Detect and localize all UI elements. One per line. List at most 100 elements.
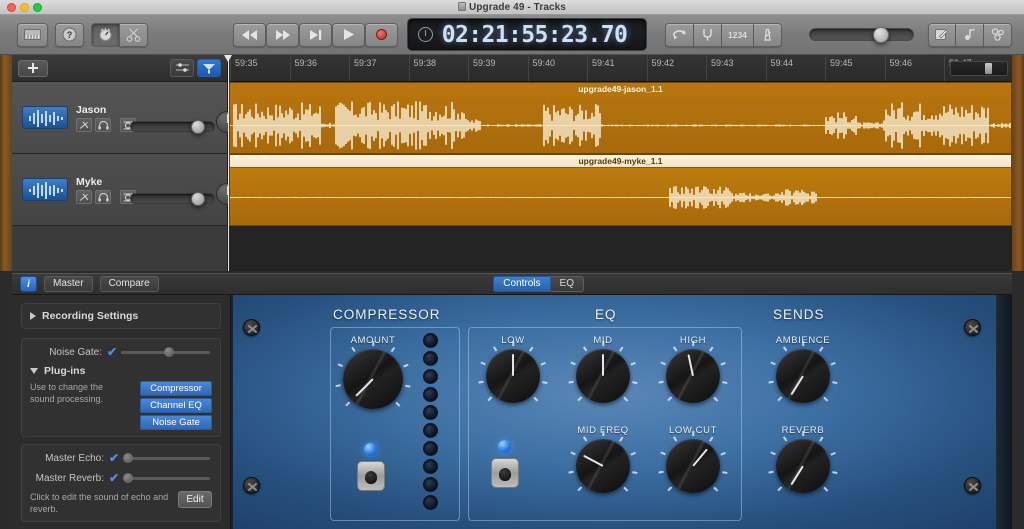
help-button[interactable]: ?	[55, 23, 84, 47]
ruler-tick: 59:46	[885, 55, 913, 82]
playhead[interactable]	[228, 55, 229, 271]
plugin-item-channel-eq[interactable]: Channel EQ	[140, 398, 212, 413]
count-in-button[interactable]: 1234	[722, 23, 754, 47]
screw-icon	[964, 477, 981, 494]
eq-mid-freq-knob[interactable]	[576, 439, 630, 493]
compressor-title: COMPRESSOR	[333, 307, 441, 322]
rewind-button[interactable]	[233, 23, 266, 47]
editor-tabs: Controls EQ	[493, 276, 584, 292]
eq-low-knob[interactable]	[486, 349, 540, 403]
master-volume-slider[interactable]	[809, 28, 914, 41]
audio-region-myke[interactable]: upgrade49-myke_1.1	[229, 154, 1012, 226]
compressor-toggle-switch[interactable]	[357, 461, 385, 491]
settings-panel: Recording Settings Noise Gate: ✔ Plug-in…	[12, 295, 231, 529]
track-header-jason[interactable]: Jason	[12, 82, 228, 154]
ruler-tick: 59:36	[290, 55, 318, 82]
tuning-fork-icon	[701, 28, 714, 41]
compressor-amount-control[interactable]: AMOUNT	[337, 335, 409, 409]
ruler-zoom-slider[interactable]	[950, 61, 1008, 76]
musical-typing-button[interactable]	[17, 23, 48, 47]
noise-gate-slider[interactable]	[121, 351, 210, 354]
eq-low-cut-knob[interactable]	[666, 439, 720, 493]
mute-button[interactable]	[76, 190, 92, 204]
master-reverb-checkbox[interactable]: ✔	[109, 471, 119, 485]
tab-controls[interactable]: Controls	[493, 276, 550, 292]
sends-reverb-control[interactable]: REVERB	[763, 425, 843, 493]
tuner-button[interactable]	[91, 23, 120, 47]
loop-browser-button[interactable]	[956, 23, 984, 47]
recording-settings-panel[interactable]: Recording Settings	[21, 303, 221, 329]
track-volume-knob[interactable]	[191, 120, 205, 134]
sends-ambience-control[interactable]: AMBIENCE	[763, 335, 843, 403]
eq-mid-knob[interactable]	[576, 349, 630, 403]
eq-low-cut-control[interactable]: LOW CUT	[658, 425, 728, 493]
screw-icon	[964, 319, 981, 336]
track-icon	[22, 106, 68, 129]
compressor-led	[423, 351, 438, 366]
go-to-end-button[interactable]	[299, 23, 332, 47]
master-echo-slider[interactable]	[123, 457, 210, 460]
metronome-button[interactable]	[754, 23, 782, 47]
solo-button[interactable]	[95, 190, 111, 204]
track-volume-slider[interactable]	[130, 193, 215, 204]
track-settings-icon[interactable]	[170, 59, 194, 77]
noise-gate-slider-knob[interactable]	[164, 347, 174, 357]
smart-controls-icon[interactable]	[197, 59, 221, 77]
notepad-button[interactable]	[928, 23, 956, 47]
eq-toggle-switch[interactable]	[491, 458, 519, 488]
headphones-icon	[98, 193, 109, 202]
track-header-myke[interactable]: Myke	[12, 154, 228, 226]
tab-eq[interactable]: EQ	[551, 276, 584, 292]
master-reverb-slider[interactable]	[123, 477, 210, 480]
timeline-ruler[interactable]: 59:3559:3659:3759:3859:3959:4059:4159:42…	[228, 55, 1012, 82]
track-header-toolbar	[12, 55, 228, 82]
recording-settings-header[interactable]: Recording Settings	[30, 310, 212, 322]
master-echo-checkbox[interactable]: ✔	[109, 451, 119, 465]
record-button[interactable]	[365, 23, 398, 47]
eq-high-control[interactable]: HIGH	[658, 335, 728, 403]
track-buttons	[76, 118, 136, 132]
eq-mid-freq-control[interactable]: MID FREQ	[568, 425, 638, 493]
lcd-display[interactable]: 02:21:55:23.70	[407, 18, 647, 51]
eq-mid-control[interactable]: MID	[568, 335, 638, 403]
noise-gate-checkbox[interactable]: ✔	[107, 345, 117, 359]
tuner-mode-button[interactable]	[694, 23, 722, 47]
master-effects-panel: Master Echo: ✔ Master Reverb: ✔ Click to…	[21, 444, 221, 522]
track-volume-knob[interactable]	[191, 192, 205, 206]
edit-button[interactable]: Edit	[178, 491, 212, 508]
master-echo-slider-knob[interactable]	[123, 453, 133, 463]
master-volume-knob[interactable]	[873, 27, 889, 43]
mute-button[interactable]	[76, 118, 92, 132]
plugin-item-compressor[interactable]: Compressor	[140, 381, 212, 396]
ruler-tick: 59:43	[706, 55, 734, 82]
info-button[interactable]: i	[20, 276, 37, 292]
plugins-header[interactable]: Plug-ins	[30, 365, 212, 377]
eq-high-knob[interactable]	[666, 349, 720, 403]
compressor-led	[423, 405, 438, 420]
plugins-panel: Noise Gate: ✔ Plug-ins Use to change the…	[21, 338, 221, 437]
media-browser-button[interactable]	[984, 23, 1012, 47]
plus-icon	[27, 62, 39, 74]
track-volume-slider[interactable]	[130, 121, 215, 132]
editor-toolbar: i Master Compare Controls EQ	[12, 273, 1012, 295]
knob-sheen	[776, 349, 830, 403]
solo-button[interactable]	[95, 118, 111, 132]
scissors-button[interactable]	[120, 23, 148, 47]
eq-low-control[interactable]: LOW	[478, 335, 548, 403]
audio-region-jason[interactable]: upgrade49-jason_1.1	[229, 82, 1012, 154]
cycle-button[interactable]	[665, 23, 694, 47]
play-button[interactable]	[332, 23, 365, 47]
plugin-item-noise-gate[interactable]: Noise Gate	[140, 415, 212, 430]
track-empty-area[interactable]	[229, 226, 1012, 271]
compare-button[interactable]: Compare	[100, 276, 159, 292]
master-echo-row: Master Echo: ✔	[30, 451, 212, 465]
master-button[interactable]: Master	[44, 276, 93, 292]
sends-reverb-knob[interactable]	[776, 439, 830, 493]
sends-ambience-knob[interactable]	[776, 349, 830, 403]
add-track-button[interactable]	[18, 60, 48, 77]
master-reverb-slider-knob[interactable]	[123, 473, 133, 483]
compressor-amount-knob[interactable]	[343, 349, 403, 409]
plugins-label: Plug-ins	[44, 365, 85, 377]
toolbar-left-group: ?	[17, 23, 148, 47]
forward-button[interactable]	[266, 23, 299, 47]
